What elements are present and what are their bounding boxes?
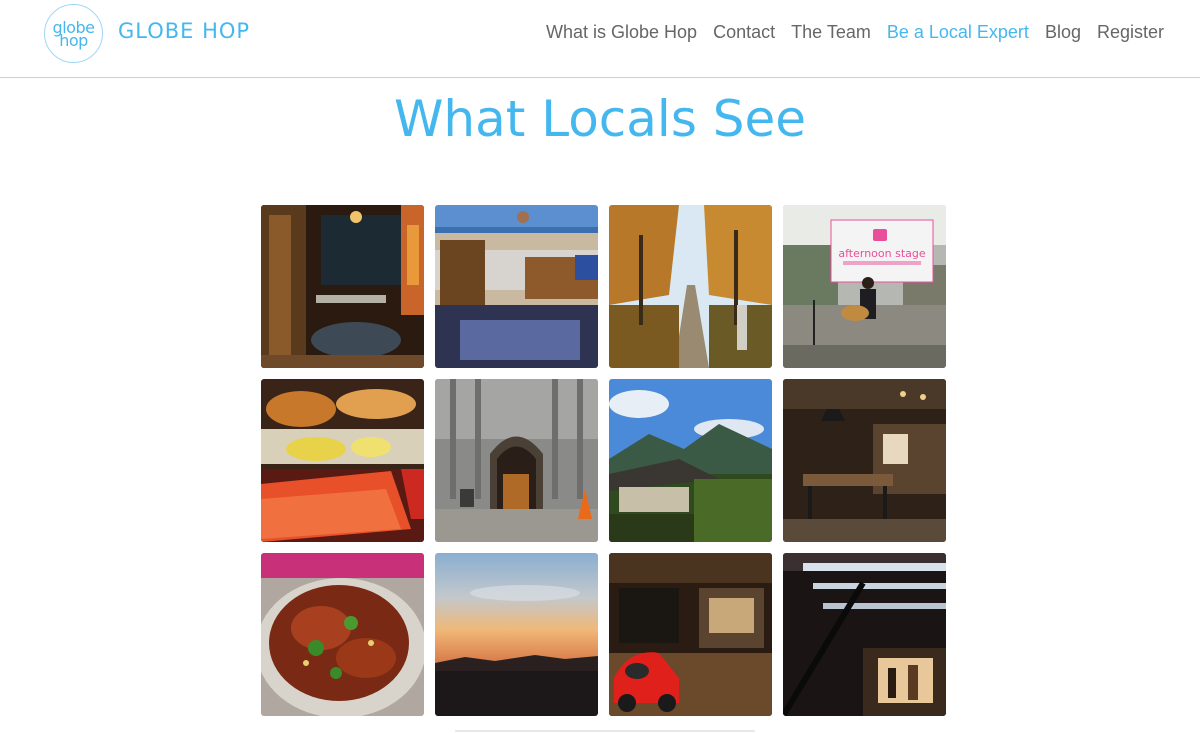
photo-hanok-mountains[interactable] [609, 379, 772, 542]
photo-staircase-shop[interactable] [783, 553, 946, 716]
page-title: What Locals See [393, 90, 807, 148]
nav-what-is-globe-hop[interactable]: What is Globe Hop [546, 22, 697, 43]
logo-text-bottom: hop [59, 30, 88, 50]
brand-name[interactable]: GLOBE HOP [118, 19, 250, 43]
photo-restaurant-patio[interactable] [261, 205, 424, 368]
nav-register[interactable]: Register [1097, 22, 1164, 43]
site-header: globe hop GLOBE HOP What is Globe Hop Co… [0, 0, 1200, 78]
nav-the-team[interactable]: The Team [791, 22, 871, 43]
main-nav: What is Globe Hop Contact The Team Be a … [546, 22, 1164, 43]
photo-shop-interior[interactable] [783, 379, 946, 542]
photo-autumn-path[interactable] [609, 205, 772, 368]
photo-crab-dish[interactable] [261, 553, 424, 716]
stage-sign-text: afternoon stage [838, 247, 925, 260]
photo-sunset-sky[interactable] [435, 553, 598, 716]
globe-hop-logo[interactable]: globe hop [44, 4, 103, 63]
nav-blog[interactable]: Blog [1045, 22, 1081, 43]
footer-divider [455, 730, 755, 732]
nav-contact[interactable]: Contact [713, 22, 775, 43]
photo-gallery: afternoon stage [261, 205, 947, 716]
photo-gothic-building[interactable] [435, 379, 598, 542]
photo-beach-deck[interactable] [435, 205, 598, 368]
photo-afternoon-stage[interactable]: afternoon stage [783, 205, 946, 368]
nav-be-a-local-expert[interactable]: Be a Local Expert [887, 22, 1029, 43]
photo-red-beetle-car[interactable] [609, 553, 772, 716]
photo-seafood-platter[interactable] [261, 379, 424, 542]
